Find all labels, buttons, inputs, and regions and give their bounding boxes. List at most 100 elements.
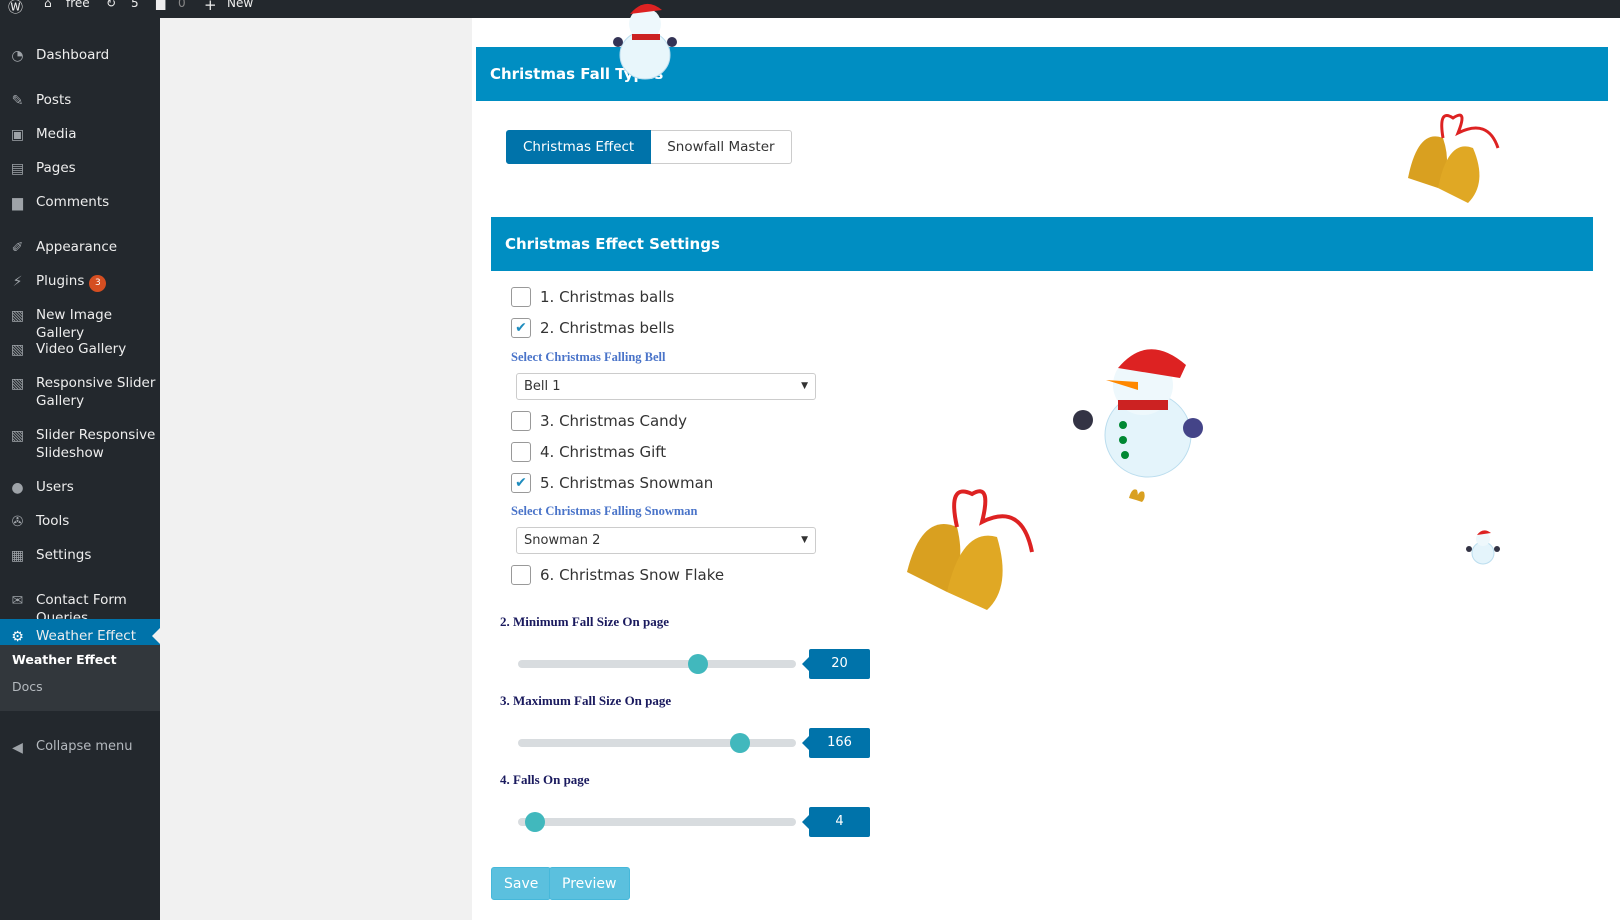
snowman-decoration (1466, 530, 1500, 565)
save-button[interactable]: Save (491, 867, 552, 900)
sidebar-item-slider-responsive-slideshow[interactable]: ▧ Slider Responsive Slideshow (0, 426, 160, 462)
wordpress-logo-icon[interactable]: Ⓦ (8, 0, 23, 17)
pin-icon: ✎ (11, 93, 24, 109)
sidebar-item-responsive-slider-gallery[interactable]: ▧ Responsive Slider Gallery (0, 374, 160, 410)
sidebar-item-posts[interactable]: ✎ Posts (0, 91, 160, 109)
home-icon[interactable]: ⌂ (44, 0, 52, 10)
option-label: 5. Christmas Snowman (540, 474, 714, 492)
checkbox[interactable] (511, 565, 531, 585)
submenu-docs[interactable]: Docs (12, 679, 43, 694)
bell-decoration (907, 489, 1034, 610)
sidebar-item-label: Slider Responsive Slideshow (36, 427, 156, 461)
checkbox[interactable] (511, 411, 531, 431)
snowman-decoration (1073, 349, 1203, 478)
sidebar-item-pages[interactable]: ▤ Pages (0, 159, 160, 177)
user-icon: ● (11, 480, 24, 496)
sidebar-item-comments[interactable]: ▆ Comments (0, 193, 160, 211)
sidebar-item-label: Responsive Slider Gallery (36, 375, 156, 409)
bell-select-label: Select Christmas Falling Bell (511, 350, 666, 364)
sidebar-item-video-gallery[interactable]: ▧ Video Gallery (0, 340, 160, 358)
sidebar-item-tools[interactable]: ✇ Tools (0, 512, 160, 530)
admin-sidebar (0, 18, 160, 920)
site-link[interactable]: free (66, 0, 90, 10)
snowman-select[interactable]: Snowman 2 (516, 527, 816, 554)
snowman-decoration (613, 3, 677, 80)
sidebar-item-label: Pages (36, 160, 76, 176)
tab-christmas-effect[interactable]: Christmas Effect (506, 130, 652, 164)
updates-icon[interactable]: ↻ (106, 0, 116, 10)
gallery-icon: ▧ (10, 428, 25, 444)
option-checkbox[interactable]: 6. Christmas Snow Flake (511, 565, 724, 585)
option-label: 2. Christmas bells (540, 319, 675, 337)
option-label: 3. Christmas Candy (540, 412, 688, 430)
option-checkbox[interactable]: 1. Christmas balls (511, 287, 674, 307)
media-icon: ▣ (10, 127, 25, 143)
option-checkbox[interactable]: ✔ 2. Christmas bells (511, 318, 674, 338)
tab-snowfall-master[interactable]: Snowfall Master (651, 130, 792, 164)
max-size-slider[interactable] (518, 733, 796, 753)
comments-count[interactable]: 0 (178, 0, 186, 10)
checkbox[interactable]: ✔ (511, 318, 531, 338)
bell-decoration (1129, 489, 1145, 502)
gallery-icon: ▧ (10, 342, 25, 358)
sidebar-item-label: New Image Gallery (36, 307, 113, 341)
sidebar-item-label: Comments (36, 194, 110, 210)
sidebar-item-label: Dashboard (36, 47, 110, 63)
option-checkbox[interactable]: ✔ 5. Christmas Snowman (511, 473, 713, 493)
sidebar-item-dashboard[interactable]: ◔ Dashboard (0, 46, 160, 64)
fall-type-tabs: Christmas Effect Snowfall Master (506, 130, 792, 164)
sidebar-item-plugins[interactable]: ⚡ Plugins 3 (0, 272, 160, 292)
sidebar-item-label: Media (36, 126, 77, 142)
slider-thumb[interactable] (688, 654, 708, 674)
sidebar-item-media[interactable]: ▣ Media (0, 125, 160, 143)
falls-value: 4 (802, 807, 870, 837)
option-label: 4. Christmas Gift (540, 443, 667, 461)
dashboard-icon: ◔ (11, 48, 24, 64)
preview-button[interactable]: Preview (549, 867, 630, 900)
checkbox[interactable] (511, 442, 531, 462)
sidebar-item-label: Users (36, 479, 74, 495)
sidebar-item-new-image-gallery[interactable]: ▧ New Image Gallery (0, 306, 160, 342)
snowman-select-label: Select Christmas Falling Snowman (511, 504, 698, 518)
min-size-slider[interactable] (518, 654, 796, 674)
admin-bar: Ⓦ ⌂ free ↻ 5 ▆ 0 + New (0, 0, 1620, 18)
option-checkbox[interactable]: 3. Christmas Candy (511, 411, 687, 431)
sidebar-item-label: Plugins (36, 273, 85, 289)
checkbox[interactable] (511, 287, 531, 307)
update-count-badge: 3 (89, 275, 107, 292)
gallery-icon: ▧ (10, 376, 25, 392)
sidebar-item-settings[interactable]: ▦ Settings (0, 546, 160, 564)
slider-thumb[interactable] (730, 733, 750, 753)
sidebar-item-appearance[interactable]: ✐ Appearance (0, 238, 160, 256)
sidebar-item-users[interactable]: ● Users (0, 478, 160, 496)
updates-count[interactable]: 5 (131, 0, 139, 10)
sidebar-item-label: Video Gallery (36, 341, 127, 357)
brush-icon: ✐ (11, 240, 24, 256)
comment-icon: ▆ (12, 195, 23, 211)
pages-icon: ▤ (10, 161, 25, 177)
collapse-menu[interactable]: ◀ Collapse menu (0, 738, 160, 756)
bell-select[interactable]: Bell 1 (516, 373, 816, 400)
plus-icon[interactable]: + (204, 0, 217, 14)
sidebar-item-label: Settings (36, 547, 92, 563)
new-link[interactable]: New (227, 0, 253, 10)
gallery-icon: ▧ (10, 308, 25, 324)
slider-thumb[interactable] (525, 812, 545, 832)
submenu-weather-effect[interactable]: Weather Effect (12, 652, 117, 667)
bell-decoration (1408, 113, 1500, 203)
max-size-value: 166 (802, 728, 870, 758)
gear-icon: ⚙ (11, 629, 24, 645)
option-checkbox[interactable]: 4. Christmas Gift (511, 442, 666, 462)
falls-label: 4. Falls On page (500, 772, 590, 787)
max-size-label: 3. Maximum Fall Size On page (500, 693, 672, 708)
comment-icon[interactable]: ▆ (156, 0, 165, 10)
checkbox[interactable]: ✔ (511, 473, 531, 493)
option-label: 6. Christmas Snow Flake (540, 566, 725, 584)
plugin-icon: ⚡ (12, 274, 23, 290)
min-size-value: 20 (802, 649, 870, 679)
submenu: Weather Effect Docs (0, 645, 160, 711)
min-size-label: 2. Minimum Fall Size On page (500, 614, 669, 629)
settings-icon: ▦ (10, 548, 25, 564)
wrench-icon: ✇ (11, 514, 24, 530)
falls-slider[interactable] (518, 812, 796, 832)
